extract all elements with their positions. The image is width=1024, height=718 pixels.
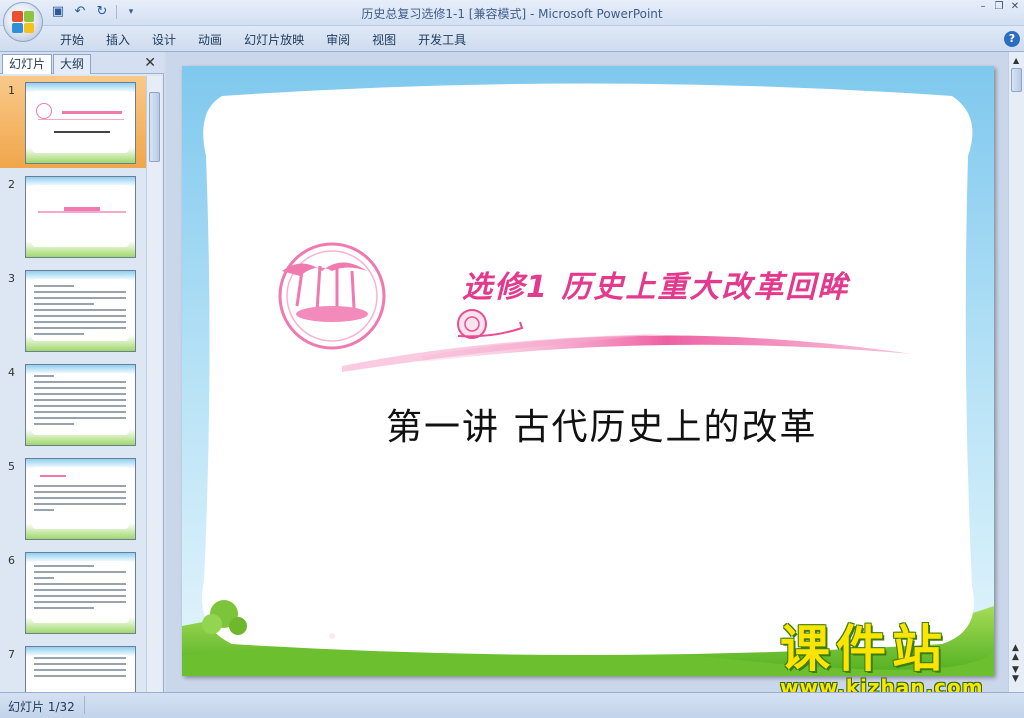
slide-thumbnail-6[interactable]: 6 (0, 546, 146, 638)
ribbon: 开始 插入 设计 动画 幻灯片放映 审阅 视图 开发工具 ? (0, 26, 1024, 52)
thumbnail-scrollbar[interactable] (146, 76, 162, 692)
tab-developer[interactable]: 开发工具 (407, 32, 477, 48)
slide-thumbnail-1[interactable]: 1 (0, 76, 146, 168)
thumbnail-image (25, 270, 136, 352)
thumbnail-list: 1 2 3 4 5 6 7 (0, 76, 146, 692)
tab-slideshow[interactable]: 幻灯片放映 (233, 32, 315, 48)
close-panel-icon[interactable]: ✕ (144, 55, 156, 71)
slide-canvas[interactable]: 选修1 历史上重大改革回眸 第一讲 古代历史上的改革 (182, 66, 994, 676)
help-icon[interactable]: ? (1004, 31, 1020, 47)
tab-animations[interactable]: 动画 (187, 32, 233, 48)
slide-number: 4 (8, 366, 15, 379)
slide-thumbnail-4[interactable]: 4 (0, 358, 146, 450)
tab-home[interactable]: 开始 (60, 32, 95, 48)
slide-background (182, 66, 994, 676)
slide-scrollbar[interactable]: ▲ ▲ ▲ ▼ ▼ (1008, 52, 1024, 692)
slide-number: 1 (8, 84, 15, 97)
tab-slides[interactable]: 幻灯片 (2, 54, 53, 74)
watermark-logo: 课件站 www.kjzhan.com (780, 622, 1004, 698)
close-icon[interactable]: ✕ (1010, 2, 1020, 12)
slide-subtitle[interactable]: 第一讲 古代历史上的改革 (386, 398, 817, 450)
panel-tabs: 幻灯片 大纲 ✕ (0, 52, 164, 74)
office-logo-icon (12, 11, 34, 33)
office-button[interactable] (3, 2, 43, 42)
watermark-brand: 课件站 (780, 620, 948, 678)
scrollbar-thumb[interactable] (1011, 68, 1022, 92)
next-slide-icon[interactable]: ▼ ▼ (1012, 666, 1019, 684)
slide-number: 6 (8, 554, 15, 567)
previous-slide-icon[interactable]: ▲ ▲ (1012, 644, 1019, 662)
window-title: 历史总复习选修1-1 [兼容模式] - Microsoft PowerPoint (361, 7, 663, 21)
tab-review[interactable]: 审阅 (315, 32, 361, 48)
status-bar: 幻灯片 1/32 (0, 692, 1024, 718)
ribbon-tabs: 开始 插入 设计 动画 幻灯片放映 审阅 视图 开发工具 (60, 32, 477, 48)
slide-title[interactable]: 选修1 历史上重大改革回眸 (462, 262, 849, 306)
scrollbar-thumb[interactable] (149, 92, 160, 162)
thumbnail-image (25, 176, 136, 258)
tab-insert[interactable]: 插入 (95, 32, 141, 48)
slide-edit-area: 选修1 历史上重大改革回眸 第一讲 古代历史上的改革 (166, 52, 1008, 692)
minimize-icon[interactable]: – (978, 2, 988, 12)
thumbnail-image (25, 458, 136, 540)
tab-outline[interactable]: 大纲 (53, 54, 92, 74)
thumbnail-image (25, 364, 136, 446)
scroll-up-icon[interactable]: ▲ (1013, 56, 1019, 65)
tab-view[interactable]: 视图 (361, 32, 407, 48)
restore-icon[interactable]: ❐ (994, 2, 1004, 12)
slide-number: 5 (8, 460, 15, 473)
slide-thumbnail-7[interactable]: 7 (0, 640, 146, 692)
slide-counter: 幻灯片 1/32 (8, 700, 75, 714)
thumbnail-image (25, 646, 136, 692)
slide-thumbnail-3[interactable]: 3 (0, 264, 146, 356)
slide-thumbnail-2[interactable]: 2 (0, 170, 146, 262)
window-controls: – ❐ ✕ (978, 2, 1020, 12)
thumbnail-image (25, 552, 136, 634)
slide-number: 2 (8, 178, 15, 191)
thumbnail-image (25, 82, 136, 164)
tab-design[interactable]: 设计 (141, 32, 187, 48)
slide-thumbnail-5[interactable]: 5 (0, 452, 146, 544)
status-separator (84, 696, 85, 714)
slides-panel: 幻灯片 大纲 ✕ 1 2 3 4 5 6 7 (0, 52, 164, 692)
title-bar: ▣ ↶ ↻ ▾ 历史总复习选修1-1 [兼容模式] - Microsoft Po… (0, 0, 1024, 26)
slide-number: 7 (8, 648, 15, 661)
slide-number: 3 (8, 272, 15, 285)
